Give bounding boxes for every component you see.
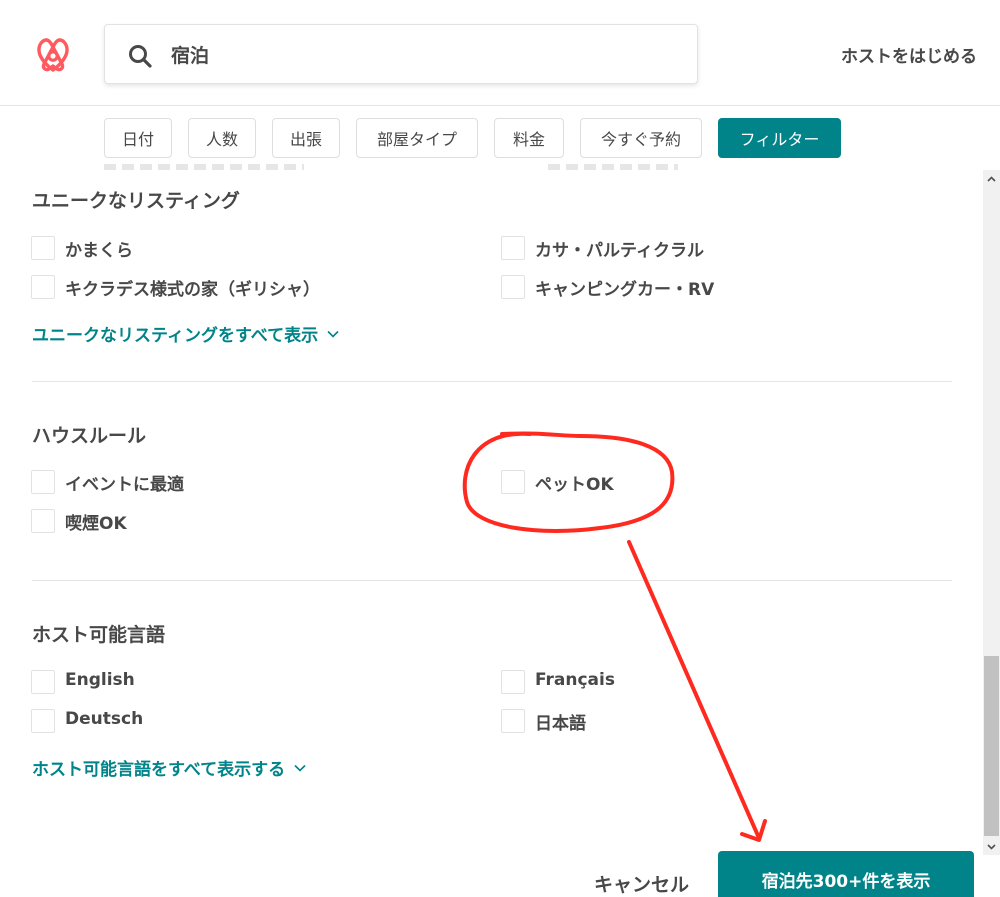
checkbox-smoking-allowed[interactable]: [31, 509, 55, 533]
become-host-link[interactable]: ホストをはじめる: [841, 42, 977, 67]
section-title-host-languages: ホスト可能言語: [32, 624, 166, 646]
checkbox-label-casa-particular[interactable]: カサ・パルティクラル: [535, 236, 704, 261]
checkbox-german[interactable]: [31, 709, 55, 733]
scrollbar[interactable]: [983, 170, 1000, 855]
search-input[interactable]: 宿泊: [171, 41, 209, 68]
section-title-house-rules: ハウスルール: [32, 425, 147, 447]
scrollbar-thumb[interactable]: [984, 656, 999, 836]
search-icon: [129, 45, 152, 68]
show-all-host-languages-label: ホスト可能言語をすべて表示する: [32, 760, 286, 780]
filter-more-filters[interactable]: フィルター: [718, 118, 841, 158]
divider: [32, 580, 952, 581]
filter-guests[interactable]: 人数: [188, 118, 256, 158]
filter-dates[interactable]: 日付: [104, 118, 172, 158]
show-all-unique-listings-link[interactable]: ユニークなリスティングをすべて表示: [32, 321, 340, 346]
show-all-unique-listings-label: ユニークなリスティングをすべて表示: [32, 326, 319, 346]
show-results-button[interactable]: 宿泊先300+件を表示: [718, 851, 974, 897]
filter-work-trip[interactable]: 出張: [272, 118, 340, 158]
checkbox-cycladic-house[interactable]: [31, 275, 55, 299]
filter-instant-book[interactable]: 今すぐ予約: [580, 118, 702, 158]
checkbox-label-cycladic-house[interactable]: キクラデス様式の家（ギリシャ）: [65, 275, 320, 300]
checkbox-event-friendly[interactable]: [31, 470, 55, 494]
filter-price[interactable]: 料金: [494, 118, 564, 158]
filter-bar: 日付 人数 出張 部屋タイプ 料金 今すぐ予約 フィルター: [0, 106, 1000, 170]
checkbox-kamakura[interactable]: [31, 236, 55, 260]
section-title-unique-listings: ユニークなリスティング: [32, 190, 240, 212]
annotation-arrow-line: [627, 540, 761, 840]
chevron-down-icon: [327, 330, 339, 338]
divider: [32, 381, 952, 382]
cancel-button[interactable]: キャンセル: [594, 870, 689, 897]
checkbox-label-campervan[interactable]: キャンピングカー・RV: [535, 275, 714, 300]
checkbox-label-pets-allowed[interactable]: ペットOK: [535, 470, 614, 495]
checkbox-pets-allowed[interactable]: [501, 470, 525, 494]
checkbox-english[interactable]: [31, 670, 55, 694]
filter-room-type[interactable]: 部屋タイプ: [356, 118, 478, 158]
header: 宿泊 ホストをはじめる: [0, 0, 1000, 106]
checkbox-campervan[interactable]: [501, 275, 525, 299]
checkbox-label-smoking-allowed[interactable]: 喫煙OK: [65, 509, 127, 534]
checkbox-label-french[interactable]: Français: [535, 670, 615, 690]
scroll-up-arrow-icon[interactable]: [983, 170, 1000, 187]
scroll-down-arrow-icon[interactable]: [983, 838, 1000, 855]
annotation-arrow-head: [740, 819, 767, 842]
checkbox-label-english[interactable]: English: [65, 670, 135, 690]
checkbox-japanese[interactable]: [501, 709, 525, 733]
checkbox-label-event-friendly[interactable]: イベントに最適: [65, 470, 184, 495]
checkbox-label-japanese[interactable]: 日本語: [535, 709, 586, 734]
show-all-host-languages-link[interactable]: ホスト可能言語をすべて表示する: [32, 755, 307, 780]
chevron-down-icon: [294, 764, 306, 772]
airbnb-logo-icon[interactable]: [32, 34, 74, 76]
checkbox-casa-particular[interactable]: [501, 236, 525, 260]
checkbox-label-kamakura[interactable]: かまくら: [65, 236, 133, 261]
checkbox-french[interactable]: [501, 670, 525, 694]
checkbox-label-german[interactable]: Deutsch: [65, 709, 143, 729]
search-bar[interactable]: 宿泊: [104, 24, 698, 84]
